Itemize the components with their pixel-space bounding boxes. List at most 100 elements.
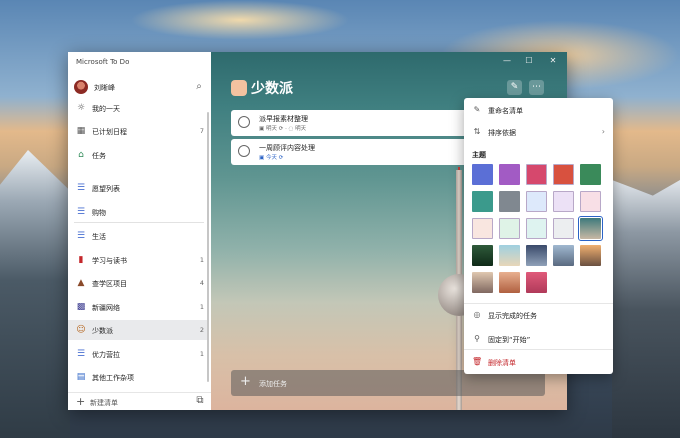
sidebar-item-count: 7 xyxy=(199,127,204,135)
new-group-icon[interactable]: ⧉ xyxy=(193,394,207,408)
calendar-icon: ▦ xyxy=(76,126,86,136)
home-icon: ⌂ xyxy=(78,150,84,160)
sidebar-item-count: 1 xyxy=(199,256,204,264)
rename-list-item[interactable]: ✎ 重命名清单 xyxy=(464,100,613,120)
plus-icon: + xyxy=(76,395,86,408)
school-icon: ▲ xyxy=(77,278,85,288)
sidebar-item[interactable]: ⌂ 任务 xyxy=(68,145,208,165)
sidebar-item-count: 4 xyxy=(199,279,204,287)
theme-photo-swatch[interactable] xyxy=(499,245,520,266)
avatar[interactable] xyxy=(74,80,88,94)
sidebar-item[interactable]: ☰ 购物 xyxy=(68,202,208,222)
list-icon: ☰ xyxy=(76,207,86,217)
pin-icon: ⚲ xyxy=(474,334,480,343)
theme-color-swatch[interactable] xyxy=(499,218,520,239)
theme-color-swatch[interactable] xyxy=(553,218,574,239)
theme-photo-swatch[interactable] xyxy=(578,216,603,241)
new-list-button[interactable]: + 新建清单 ⧉ xyxy=(68,392,211,410)
sidebar-item[interactable]: ☰ 优力营拉 1 xyxy=(68,344,208,364)
sidebar-item-label: 购物 xyxy=(92,209,106,217)
sidebar-item-label: 已计划日程 xyxy=(92,128,127,136)
theme-color-swatch[interactable] xyxy=(526,164,547,185)
desktop-cloud xyxy=(130,0,350,40)
theme-color-swatch[interactable] xyxy=(553,191,574,212)
sidebar-item-label: 新疆网络 xyxy=(92,304,120,312)
task-title: 一周顾评内容处理 xyxy=(259,144,315,152)
menu-divider xyxy=(464,303,613,304)
close-icon[interactable]: ✕ xyxy=(543,54,563,68)
theme-color-swatch[interactable] xyxy=(526,191,547,212)
theme-photo-swatch[interactable] xyxy=(472,272,493,293)
list-icon: ☰ xyxy=(76,231,86,241)
delete-list-item[interactable]: 🗑 删除清单 xyxy=(464,352,613,372)
theme-photo-swatch[interactable] xyxy=(553,245,574,266)
list-icon: ☰ xyxy=(76,349,86,359)
app-title: Microsoft To Do xyxy=(76,58,130,66)
sidebar-item[interactable]: ☼ 我的一天 xyxy=(68,98,208,118)
list-icon: ☰ xyxy=(76,183,86,193)
sidebar-item[interactable]: ▲ 查学区项目 4 xyxy=(68,273,208,293)
suggestions-icon[interactable]: ✎ xyxy=(507,80,522,95)
sidebar-item-count: 2 xyxy=(199,326,204,334)
search-icon[interactable]: ⌕ xyxy=(192,80,206,94)
theme-color-swatch[interactable] xyxy=(472,191,493,212)
desktop-mountain xyxy=(0,150,70,438)
show-completed-item[interactable]: ◎ 显示完成的任务 xyxy=(464,305,613,325)
task-item[interactable]: 派早报素材整理 ▣ 明天 ⟳ · ◌ 明天 xyxy=(231,110,485,136)
theme-color-swatch[interactable] xyxy=(472,218,493,239)
user-row[interactable]: 刘晰峰 ⌕ xyxy=(74,79,208,97)
sidebar-item[interactable]: ▩ 新疆网络 1 xyxy=(68,297,208,317)
theme-color-swatch[interactable] xyxy=(499,191,520,212)
pencil-icon: ✎ xyxy=(473,105,481,114)
complete-checkbox[interactable] xyxy=(238,116,250,128)
sort-icon: ⇅ xyxy=(473,127,481,136)
theme-color-swatch[interactable] xyxy=(580,164,601,185)
pin-to-start-item[interactable]: ⚲ 固定到“开始” xyxy=(464,329,613,349)
maximize-icon[interactable]: ☐ xyxy=(519,54,539,68)
theme-color-swatch[interactable] xyxy=(580,191,601,212)
sidebar-scrollbar[interactable] xyxy=(207,112,209,382)
theme-color-swatch[interactable] xyxy=(526,218,547,239)
sidebar-item[interactable]: ☰ 生活 xyxy=(68,226,208,246)
theme-color-swatch[interactable] xyxy=(499,164,520,185)
clinic-icon: ▩ xyxy=(76,302,86,312)
list-options-menu: ✎ 重命名清单 ⇅ 排序依据 › 主题 ◎ 显示完成的任务 ⚲ 固定到“开始” … xyxy=(464,98,613,374)
sort-by-item[interactable]: ⇅ 排序依据 › xyxy=(464,122,613,142)
desktop-mountain xyxy=(612,180,680,438)
theme-color-swatch[interactable] xyxy=(472,164,493,185)
sidebar: Microsoft To Do 刘晰峰 ⌕ ☼ 我的一天 ▦ 已计划日程 7 ⌂ 任务 ☰ 愿望… xyxy=(68,52,211,410)
delete-label: 删除清单 xyxy=(488,359,516,367)
sidebar-divider xyxy=(74,222,204,223)
note-icon: ▤ xyxy=(76,372,86,382)
sidebar-item[interactable]: ▤ 其他工作杂项 xyxy=(68,367,208,387)
due-date: 明天 xyxy=(265,126,277,132)
book-icon: ▮ xyxy=(78,255,84,265)
sidebar-item[interactable]: ▮ 学习与读书 1 xyxy=(68,250,208,270)
task-meta: ▣ 明天 ⟳ · ◌ 明天 xyxy=(259,126,307,132)
sidebar-item-label: 生活 xyxy=(92,233,106,241)
theme-photo-swatch[interactable] xyxy=(472,245,493,266)
pin-label: 固定到“开始” xyxy=(488,336,531,344)
theme-photo-swatch[interactable] xyxy=(526,272,547,293)
minimize-icon[interactable]: — xyxy=(497,54,517,68)
sidebar-item[interactable]: ▦ 已计划日程 7 xyxy=(68,121,208,141)
theme-photo-swatch[interactable] xyxy=(499,272,520,293)
theme-photo-swatch[interactable] xyxy=(580,245,601,266)
rename-label: 重命名清单 xyxy=(488,107,523,115)
theme-color-swatch[interactable] xyxy=(553,164,574,185)
sidebar-item-label: 任务 xyxy=(92,152,106,160)
sort-label: 排序依据 xyxy=(488,129,516,137)
person-emoji-icon: ☺ xyxy=(76,325,86,335)
task-title: 派早报素材整理 xyxy=(259,115,308,123)
plus-icon: + xyxy=(240,374,251,389)
theme-photo-swatch[interactable] xyxy=(526,245,547,266)
sidebar-item[interactable]: ☰ 愿望列表 xyxy=(68,178,208,198)
more-options-icon[interactable]: ⋯ xyxy=(529,80,544,95)
list-emoji-icon xyxy=(231,80,247,96)
sidebar-item-label: 少数派 xyxy=(92,327,113,335)
list-title: 少数派 xyxy=(251,81,293,97)
task-item[interactable]: 一周顾评内容处理 ▣ 今天 ⟳ xyxy=(231,139,485,165)
due-date: 今天 xyxy=(265,155,277,161)
complete-checkbox[interactable] xyxy=(238,145,250,157)
sidebar-item[interactable]: ☺ 少数派 2 xyxy=(68,320,208,340)
